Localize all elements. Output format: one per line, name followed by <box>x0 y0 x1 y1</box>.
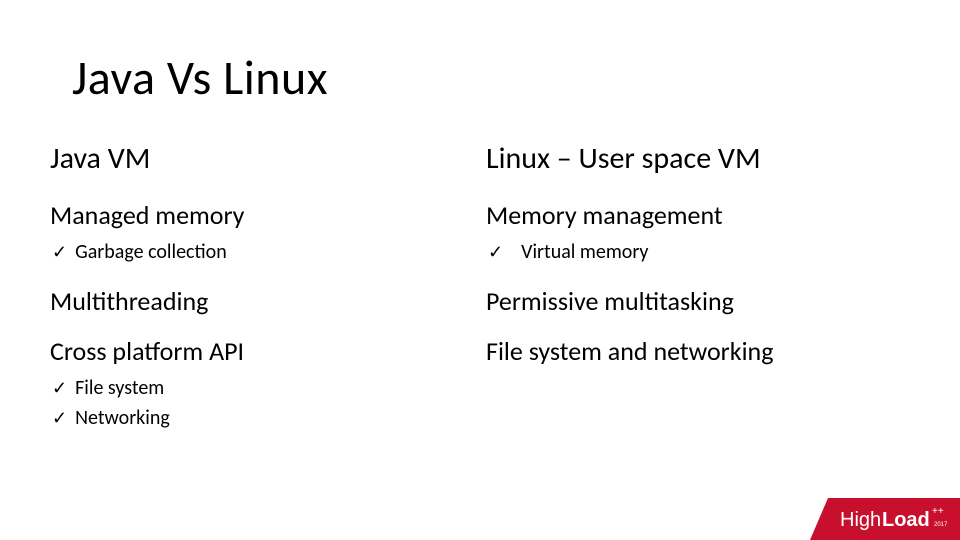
check-icon: ✓ <box>52 239 67 266</box>
svg-text:++: ++ <box>932 506 944 517</box>
sub-label: Networking <box>75 403 170 433</box>
logo-text-bold: Load <box>882 509 930 531</box>
topic: Cross platform API <box>50 335 474 367</box>
sub-item: ✓ Networking <box>52 403 474 433</box>
sub-item: ✓ Garbage collection <box>52 237 474 267</box>
sub-label: Virtual memory <box>521 237 648 267</box>
topic: File system and networking <box>486 335 910 367</box>
column-linux: Linux – User space VM Memory management … <box>486 140 910 433</box>
check-icon: ✓ <box>488 239 503 266</box>
sub-item: ✓ File system <box>52 373 474 403</box>
logo-text-thin: High <box>840 509 881 531</box>
sub-item: ✓ Virtual memory <box>488 237 910 267</box>
sub-label: File system <box>75 373 164 403</box>
topic: Managed memory <box>50 199 474 231</box>
logo-year: 2017 <box>934 522 948 528</box>
column-heading-linux: Linux – User space VM <box>486 140 910 177</box>
highload-logo: High Load ++ 2017 <box>810 498 960 540</box>
check-icon: ✓ <box>52 375 67 402</box>
slide-title: Java Vs Linux <box>72 48 328 107</box>
topic: Multithreading <box>50 285 474 317</box>
column-heading-java: Java VM <box>50 140 474 177</box>
sub-label: Garbage collection <box>75 237 227 267</box>
topic: Permissive multitasking <box>486 285 910 317</box>
columns: Java VM Managed memory ✓ Garbage collect… <box>50 140 910 433</box>
check-icon: ✓ <box>52 405 67 432</box>
column-java: Java VM Managed memory ✓ Garbage collect… <box>50 140 474 433</box>
topic: Memory management <box>486 199 910 231</box>
slide: Java Vs Linux Java VM Managed memory ✓ G… <box>0 0 960 540</box>
